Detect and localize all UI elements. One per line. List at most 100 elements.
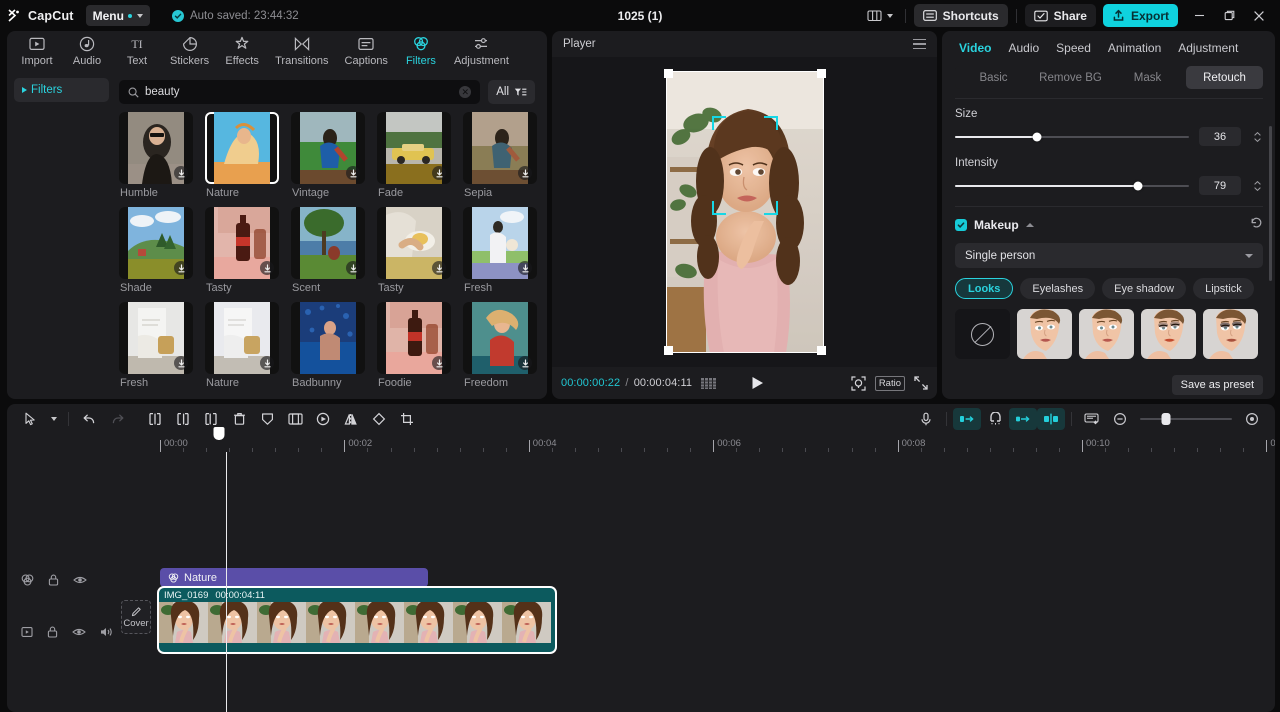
sidebar-item-filters[interactable]: Filters — [14, 78, 109, 102]
download-icon[interactable] — [346, 166, 360, 180]
filter-item[interactable]: Foodie — [377, 302, 451, 389]
record-voiceover-icon[interactable] — [912, 408, 940, 430]
keyframe-icon[interactable] — [1078, 408, 1106, 430]
makeup-look-2[interactable] — [1079, 309, 1134, 359]
menu-button[interactable]: Menu — [85, 5, 150, 26]
lock-icon[interactable] — [48, 574, 59, 586]
download-icon[interactable] — [432, 356, 446, 370]
filter-item[interactable]: Shade — [119, 207, 193, 294]
freeze-tool[interactable] — [253, 408, 281, 430]
makeup-look-none[interactable] — [955, 309, 1010, 359]
filter-item[interactable]: Fresh — [463, 207, 537, 294]
download-icon[interactable] — [174, 166, 188, 180]
properties-tab-adjustment[interactable]: Adjustment — [1178, 41, 1238, 55]
download-icon[interactable] — [518, 356, 532, 370]
play-button[interactable] — [751, 376, 764, 390]
properties-tab-speed[interactable]: Speed — [1056, 41, 1091, 55]
save-preset-button[interactable]: Save as preset — [1171, 375, 1263, 395]
makeup-chip-eyelashes[interactable]: Eyelashes — [1020, 278, 1096, 299]
minimize-button[interactable] — [1184, 4, 1214, 28]
resize-handle-bl[interactable] — [663, 346, 673, 355]
makeup-look-3[interactable] — [1141, 309, 1196, 359]
nav-tab-audio[interactable]: Audio — [63, 33, 111, 71]
adsorb-icon[interactable] — [1037, 407, 1065, 430]
filter-item[interactable]: Nature — [205, 112, 279, 199]
nav-tab-text[interactable]: TI Text — [113, 33, 161, 71]
filter-track-icon[interactable] — [21, 574, 34, 586]
download-icon[interactable] — [518, 261, 532, 275]
filter-item[interactable]: Tasty — [205, 207, 279, 294]
download-icon[interactable] — [432, 261, 446, 275]
filter-all-button[interactable]: All — [488, 80, 535, 104]
clear-icon[interactable]: ✕ — [459, 86, 472, 98]
trim-left-tool[interactable] — [169, 408, 197, 430]
auto-fit-left-icon[interactable] — [953, 407, 981, 430]
undo-tool[interactable] — [75, 408, 103, 430]
frames-icon[interactable] — [701, 377, 717, 389]
eye-icon[interactable] — [72, 627, 86, 637]
filter-item[interactable]: Fresh — [119, 302, 193, 389]
volume-icon[interactable] — [100, 626, 113, 638]
download-icon[interactable] — [174, 356, 188, 370]
playhead-handle[interactable] — [213, 427, 225, 440]
split-tool[interactable] — [141, 408, 169, 430]
download-icon[interactable] — [518, 166, 532, 180]
fullscreen-icon[interactable] — [914, 376, 928, 390]
resize-handle-br[interactable] — [816, 346, 826, 355]
intensity-slider-knob[interactable] — [1133, 181, 1143, 190]
search-input[interactable] — [145, 86, 454, 98]
intensity-stepper[interactable] — [1251, 176, 1263, 195]
shortcuts-button[interactable]: Shortcuts — [913, 4, 1008, 27]
nav-tab-import[interactable]: Import — [13, 33, 61, 71]
eye-icon[interactable] — [73, 575, 87, 585]
zoom-slider-knob[interactable] — [1161, 412, 1171, 425]
size-value[interactable]: 36 — [1199, 127, 1241, 146]
makeup-chip-lipstick[interactable]: Lipstick — [1193, 278, 1254, 299]
nav-tab-adjustment[interactable]: Adjustment — [447, 33, 516, 71]
zoom-slider[interactable] — [1140, 412, 1232, 425]
rotate-tool[interactable] — [365, 408, 393, 430]
makeup-chip-eye-shadow[interactable]: Eye shadow — [1102, 278, 1187, 299]
search-box[interactable]: ✕ — [119, 80, 481, 104]
nav-tab-stickers[interactable]: Stickers — [163, 33, 216, 71]
ratio-button[interactable]: Ratio — [874, 375, 905, 391]
size-slider-track[interactable] — [955, 132, 1189, 141]
filter-clip[interactable]: Nature — [160, 568, 428, 587]
size-slider-knob[interactable] — [1032, 132, 1042, 141]
download-icon[interactable] — [432, 166, 446, 180]
zoom-out-icon[interactable] — [1106, 408, 1134, 430]
reset-icon[interactable] — [1250, 216, 1263, 234]
link-clip-icon[interactable] — [1009, 407, 1037, 430]
download-icon[interactable] — [260, 261, 274, 275]
cover-button[interactable]: Cover — [121, 600, 151, 634]
mirror-tool[interactable] — [337, 408, 365, 430]
crop-tool[interactable] — [393, 408, 421, 430]
makeup-checkbox[interactable] — [955, 219, 967, 231]
segment-retouch[interactable]: Retouch — [1186, 66, 1263, 89]
makeup-look-4[interactable] — [1203, 309, 1258, 359]
intensity-slider-track[interactable] — [955, 181, 1189, 190]
filter-item[interactable]: Scent — [291, 207, 365, 294]
timeline-ruler[interactable]: 00:00 00:02 00:04 00:06 00:08 00:10 00:12 — [7, 433, 1275, 452]
video-canvas[interactable] — [663, 69, 826, 355]
focus-crop-icon[interactable] — [851, 375, 866, 391]
filter-item[interactable]: Humble — [119, 112, 193, 199]
close-button[interactable] — [1244, 4, 1274, 28]
segment-remove-bg[interactable]: Remove BG — [1032, 66, 1109, 89]
properties-tab-video[interactable]: Video — [959, 41, 991, 55]
properties-tab-animation[interactable]: Animation — [1108, 41, 1161, 55]
person-select[interactable]: Single person — [955, 243, 1263, 268]
filter-item[interactable]: Sepia — [463, 112, 537, 199]
properties-scrollbar[interactable] — [1269, 126, 1272, 281]
nav-tab-effects[interactable]: Effects — [218, 33, 266, 71]
nav-tab-captions[interactable]: Captions — [338, 33, 395, 71]
layout-button[interactable] — [863, 6, 897, 25]
chevron-up-icon[interactable] — [1025, 223, 1034, 227]
video-track-icon[interactable] — [21, 626, 33, 638]
download-icon[interactable] — [174, 261, 188, 275]
filter-item[interactable]: Nature — [205, 302, 279, 389]
filter-item[interactable]: Fade — [377, 112, 451, 199]
select-tool[interactable] — [16, 408, 44, 430]
player-menu-icon[interactable] — [913, 38, 926, 50]
share-button[interactable]: Share — [1024, 4, 1096, 27]
